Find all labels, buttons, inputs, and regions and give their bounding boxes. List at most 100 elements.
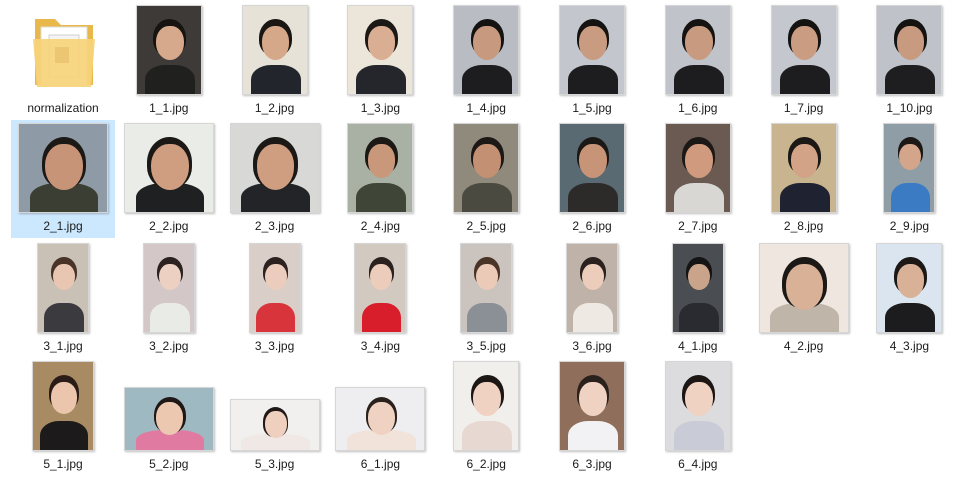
file-name-label: 2_8.jpg xyxy=(783,219,824,233)
file-name-label: 5_1.jpg xyxy=(43,457,83,471)
image-thumbnail xyxy=(241,5,308,95)
file-item[interactable]: 4_2.jpg xyxy=(752,240,856,358)
image-thumbnail xyxy=(758,243,849,333)
file-item[interactable]: 5_3.jpg xyxy=(223,358,327,476)
file-name-label: 3_5.jpg xyxy=(466,339,506,353)
image-thumbnail xyxy=(671,243,724,333)
image-thumbnail xyxy=(559,123,625,213)
file-name-label: 4_3.jpg xyxy=(889,339,930,353)
file-item[interactable]: 3_5.jpg xyxy=(434,240,538,358)
file-name-label: 2_3.jpg xyxy=(254,219,295,233)
file-name-label: 2_6.jpg xyxy=(572,219,612,233)
file-name-label: 2_7.jpg xyxy=(678,219,718,233)
image-thumbnail xyxy=(453,123,520,213)
file-item[interactable]: 5_1.jpg xyxy=(11,358,115,476)
file-name-label: 1_2.jpg xyxy=(254,101,295,115)
image-thumbnail xyxy=(123,387,214,451)
file-item[interactable]: 3_3.jpg xyxy=(223,240,327,358)
file-name-label: normalization xyxy=(27,101,99,115)
file-item[interactable]: 1_7.jpg xyxy=(752,2,856,120)
image-thumbnail xyxy=(229,123,320,213)
image-thumbnail xyxy=(559,361,625,451)
image-thumbnail xyxy=(37,243,89,333)
file-name-label: 2_5.jpg xyxy=(466,219,506,233)
file-item[interactable]: 1_4.jpg xyxy=(434,2,538,120)
file-name-label: 1_7.jpg xyxy=(783,101,824,115)
file-name-label: 3_1.jpg xyxy=(43,339,83,353)
file-name-label: 1_4.jpg xyxy=(466,101,506,115)
file-item[interactable]: 1_6.jpg xyxy=(646,2,750,120)
image-thumbnail xyxy=(347,123,414,213)
image-thumbnail xyxy=(135,5,202,95)
file-item[interactable]: 6_3.jpg xyxy=(540,358,644,476)
file-name-label: 6_3.jpg xyxy=(572,457,612,471)
file-item[interactable]: 4_1.jpg xyxy=(646,240,750,358)
image-thumbnail xyxy=(559,5,625,95)
file-name-label: 1_3.jpg xyxy=(360,101,401,115)
file-item[interactable]: 6_4.jpg xyxy=(646,358,750,476)
image-thumbnail xyxy=(142,243,195,333)
file-name-label: 3_6.jpg xyxy=(572,339,612,353)
file-name-label: 3_3.jpg xyxy=(254,339,295,353)
image-thumbnail xyxy=(347,5,414,95)
file-name-label: 3_4.jpg xyxy=(360,339,401,353)
file-name-label: 2_4.jpg xyxy=(360,219,401,233)
file-name-label: 2_9.jpg xyxy=(889,219,930,233)
image-thumbnail xyxy=(32,361,94,451)
file-item[interactable]: 2_4.jpg xyxy=(328,120,432,238)
file-item[interactable]: 3_6.jpg xyxy=(540,240,644,358)
image-thumbnail xyxy=(664,123,731,213)
image-thumbnail xyxy=(664,361,731,451)
file-item[interactable]: 4_3.jpg xyxy=(857,240,958,358)
file-name-label: 1_10.jpg xyxy=(886,101,933,115)
file-name-label: 5_3.jpg xyxy=(254,457,295,471)
file-name-label: 2_1.jpg xyxy=(43,219,83,233)
image-thumbnail xyxy=(876,243,943,333)
file-item[interactable]: 1_3.jpg xyxy=(328,2,432,120)
file-item[interactable]: 2_7.jpg xyxy=(646,120,750,238)
file-name-label: 1_6.jpg xyxy=(678,101,718,115)
file-item[interactable]: 3_4.jpg xyxy=(328,240,432,358)
image-thumbnail xyxy=(876,5,943,95)
image-thumbnail xyxy=(460,243,513,333)
file-item[interactable]: 2_3.jpg xyxy=(223,120,327,238)
file-item[interactable]: 6_1.jpg xyxy=(328,358,432,476)
image-thumbnail xyxy=(770,5,837,95)
file-item[interactable]: 3_1.jpg xyxy=(11,240,115,358)
file-item[interactable]: 2_1.jpg xyxy=(11,120,115,238)
file-name-label: 5_2.jpg xyxy=(149,457,189,471)
image-thumbnail xyxy=(123,123,214,213)
file-name-label: 6_1.jpg xyxy=(360,457,401,471)
file-item[interactable]: 5_2.jpg xyxy=(117,358,221,476)
image-thumbnail xyxy=(770,123,837,213)
folder-icon xyxy=(29,11,99,93)
file-item[interactable]: 1_5.jpg xyxy=(540,2,644,120)
file-name-label: 6_2.jpg xyxy=(466,457,506,471)
file-item[interactable]: 2_8.jpg xyxy=(752,120,856,238)
file-item[interactable]: 1_10.jpg xyxy=(857,2,958,120)
file-name-label: 1_1.jpg xyxy=(149,101,189,115)
image-thumbnail xyxy=(566,243,618,333)
file-item[interactable]: 2_2.jpg xyxy=(117,120,221,238)
file-item[interactable]: 3_2.jpg xyxy=(117,240,221,358)
image-thumbnail xyxy=(453,361,520,451)
file-name-label: 2_2.jpg xyxy=(149,219,189,233)
image-thumbnail xyxy=(664,5,731,95)
file-item[interactable]: 1_1.jpg xyxy=(117,2,221,120)
file-item[interactable]: 1_2.jpg xyxy=(223,2,327,120)
file-item[interactable]: 2_5.jpg xyxy=(434,120,538,238)
file-name-label: 3_2.jpg xyxy=(149,339,189,353)
image-thumbnail xyxy=(354,243,407,333)
folder-item[interactable]: normalization xyxy=(11,2,115,120)
file-item[interactable]: 2_6.jpg xyxy=(540,120,644,238)
file-name-label: 4_1.jpg xyxy=(678,339,718,353)
file-item[interactable]: 6_2.jpg xyxy=(434,358,538,476)
file-item[interactable]: 2_9.jpg xyxy=(857,120,958,238)
image-thumbnail xyxy=(248,243,301,333)
image-thumbnail xyxy=(453,5,520,95)
image-thumbnail xyxy=(229,399,320,451)
image-thumbnail xyxy=(335,387,426,451)
file-name-label: 4_2.jpg xyxy=(783,339,824,353)
file-name-label: 1_5.jpg xyxy=(572,101,612,115)
image-thumbnail xyxy=(18,123,108,213)
